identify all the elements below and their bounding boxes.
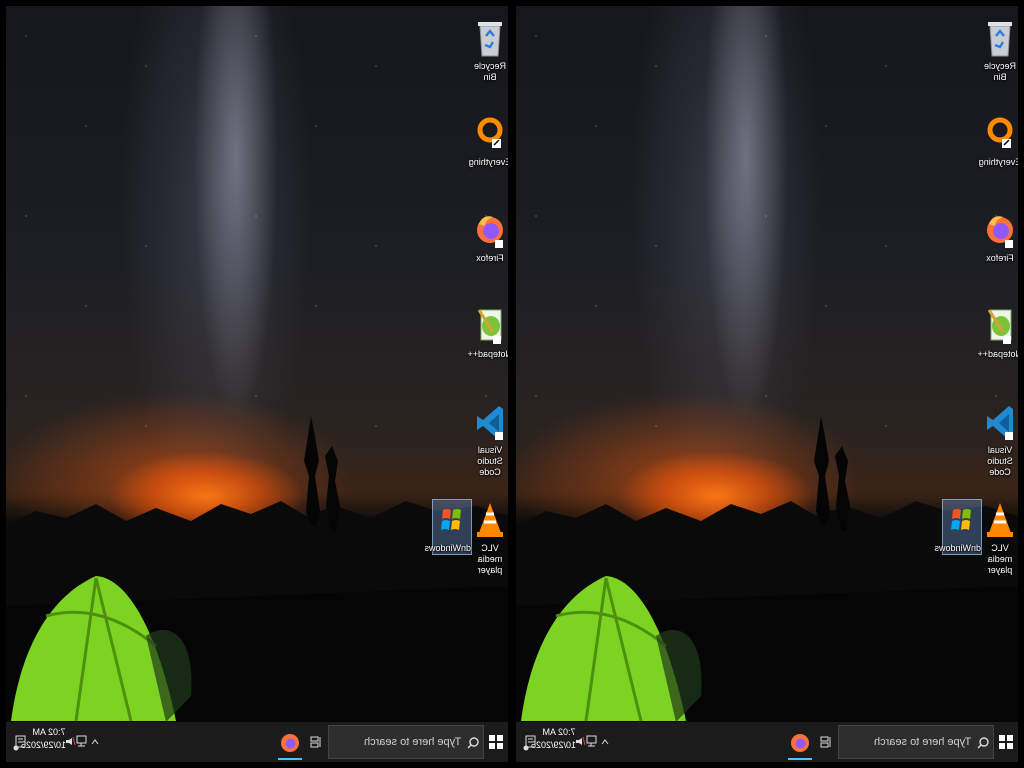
clock-date: 10/29/2025 [20,740,66,750]
notification-center-button[interactable] [12,734,28,752]
everything-search-icon [477,117,503,148]
network-button[interactable] [586,734,598,748]
desktop-icon-label: VLC media player [987,543,1013,575]
search-icon [977,737,989,749]
desktop-icon-vscode[interactable]: Visual Studio Code [468,402,508,478]
start-button[interactable] [488,732,504,752]
desktop-icon-dnwindows[interactable]: dnWindows [424,499,472,555]
firefox-icon [791,734,809,752]
taskbar-clock[interactable]: 7:02 AM 10/29/2025 [530,726,576,752]
taskbar: Type here to search 7:02 AM 10/29/2025 [6,722,508,762]
taskbar-clock[interactable]: 7:02 AM 10/29/2025 [20,726,66,752]
taskbar-firefox-button[interactable] [278,728,302,760]
desktop-icon-label: Firefox [476,253,504,263]
vscode-icon [987,406,1013,440]
desktop-screen-left: Recycle Bin Everything Firefox Notepad++ [6,6,508,762]
task-view-icon [310,736,321,748]
desktop-icon-everything[interactable]: Everything [978,114,1018,168]
start-button[interactable] [998,732,1014,752]
desktop-icon-recycle-bin[interactable]: Recycle Bin [468,18,508,83]
desktop-icon-label: Everything [978,157,1018,167]
desktop-icon-notepad-plus-plus[interactable]: Notepad++ [977,306,1018,360]
everything-search-icon [987,117,1013,148]
recycle-bin-icon [478,22,502,57]
wallpaper-landscape [6,416,508,722]
recycle-bin-icon [988,22,1012,57]
desktop-icon-label: VLC media player [477,543,503,575]
clock-time: 7:02 AM [542,727,576,737]
notepad-plus-plus-icon [987,309,1012,344]
search-icon [467,737,479,749]
clock-date: 10/29/2025 [530,740,576,750]
desktop-icon-everything[interactable]: Everything [468,114,508,168]
vlc-icon [987,503,1013,537]
taskbar: Type here to search 7:02 AM 10/29/2025 [516,722,1018,762]
clock-time: 7:02 AM [32,727,66,737]
desktop-icon-vlc[interactable]: VLC media player [468,500,508,576]
desktop-icon-label: Recycle Bin [474,61,507,82]
vscode-icon [477,406,503,440]
desktop-icon-firefox[interactable]: Firefox [468,210,508,264]
firefox-icon [281,734,299,752]
desktop-icon-label: Notepad++ [977,349,1018,359]
vlc-icon [477,503,503,537]
show-hidden-icons-button[interactable] [90,736,100,748]
search-placeholder: Type here to search [873,736,971,748]
wallpaper-landscape [516,416,1018,722]
desktop-screen-right: Recycle Bin Everything Firefox Notepad++ [516,6,1018,762]
network-icon [76,735,87,747]
task-view-icon [820,736,831,748]
windows-start-icon [999,735,1013,749]
network-button[interactable] [76,734,88,748]
notepad-plus-plus-icon [477,309,502,344]
taskbar-search-box[interactable]: Type here to search [328,725,484,759]
network-icon [586,735,597,747]
desktop-icon-label: Notepad++ [467,349,508,359]
desktop-icon-recycle-bin[interactable]: Recycle Bin [978,18,1018,83]
desktop-icon-label: Visual Studio Code [987,445,1013,477]
task-view-button[interactable] [816,732,836,752]
windows-start-icon [489,735,503,749]
desktop-icon-label: Firefox [986,253,1014,263]
desktop-icon-label: Recycle Bin [984,61,1017,82]
notification-icon [13,735,26,751]
desktop-icon-label: dnWindows [424,543,471,553]
search-placeholder: Type here to search [363,736,461,748]
task-view-button[interactable] [306,732,326,752]
desktop-icon-label: Everything [468,157,508,167]
windows-xp-logo-icon [951,509,971,530]
desktop-icon-vlc[interactable]: VLC media player [978,500,1018,576]
taskbar-search-box[interactable]: Type here to search [838,725,994,759]
show-hidden-icons-button[interactable] [600,736,610,748]
windows-xp-logo-icon [441,509,461,530]
desktop-icon-dnwindows[interactable]: dnWindows [934,499,982,555]
desktop-icon-label: Visual Studio Code [477,445,503,477]
desktop-icon-notepad-plus-plus[interactable]: Notepad++ [467,306,508,360]
desktop-icon-firefox[interactable]: Firefox [978,210,1018,264]
chevron-up-icon [91,739,99,745]
notification-icon [523,735,536,751]
taskbar-firefox-button[interactable] [788,728,812,760]
firefox-icon [987,216,1013,248]
desktop-icon-vscode[interactable]: Visual Studio Code [978,402,1018,478]
firefox-icon [477,216,503,248]
desktop-icon-label: dnWindows [934,543,981,553]
chevron-up-icon [601,739,609,745]
notification-center-button[interactable] [522,734,538,752]
